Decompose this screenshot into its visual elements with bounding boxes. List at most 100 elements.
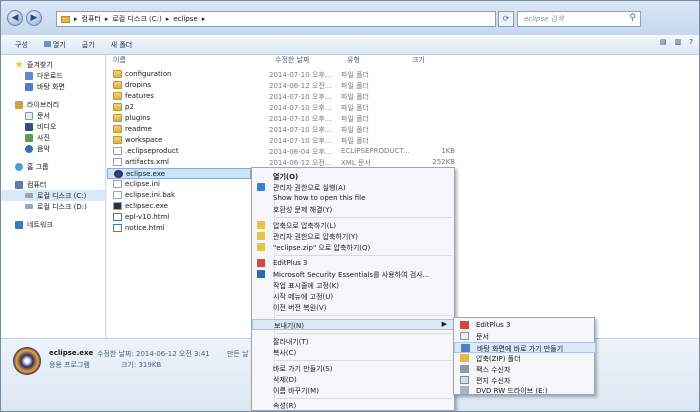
html-file-icon [113,213,122,221]
view-options-icon[interactable]: ▤ [660,38,667,46]
file-row[interactable]: .eclipseproduct 2014-06-04 오후... ECLIPSEPR… [107,146,467,157]
breadcrumb-sep-icon: ▸ [74,15,78,23]
sidebar-item-pictures[interactable]: 사진 [1,132,105,143]
new-folder-button[interactable]: 새 폴더 [111,40,133,50]
open-button[interactable]: 열기 [43,40,66,50]
sidebar-item-homegroup[interactable]: 홈 그룹 [1,161,105,172]
file-row[interactable]: workspace 2014-07-10 오후... 파일 폴더 [107,135,467,146]
sidebar-item-music[interactable]: 음악 [1,143,105,154]
breadcrumb-computer[interactable]: 컴퓨터 [82,14,101,24]
file-row-selected[interactable]: eclipse.exe [107,168,251,179]
menu-item-editplus[interactable]: EditPlus 3 [252,258,456,269]
file-row[interactable]: features 2014-07-10 오후... 파일 폴더 [107,91,467,102]
sidebar-item-drive-d[interactable]: 로컬 디스크 (D:) [1,201,105,212]
file-type: 파일 폴더 [341,82,369,90]
menu-item-rename[interactable]: 이름 바꾸기(M) [252,385,456,396]
menu-item-pin-taskbar[interactable]: 작업 표시줄에 고정(K) [252,280,456,291]
menu-item-restore-versions[interactable]: 이전 버전 복원(V) [252,302,456,313]
menu-item-cut[interactable]: 잘라내기(T) [252,336,456,347]
menu-separator [276,333,452,334]
fax-icon [460,365,469,373]
file-name: dropins [125,81,151,89]
submenu-item-zip[interactable]: 압축(ZIP) 폴더 [454,353,596,364]
file-type: ECLIPSEPRODUCT... [341,147,410,155]
sidebar-label: 음악 [37,144,50,153]
open-label: 열기 [52,40,66,49]
submenu-item-fax[interactable]: 팩스 수신자 [454,364,596,375]
menu-label: 압축으로 압축하기(L) [273,222,337,230]
file-name: eclipse.exe [126,170,166,178]
preview-pane-icon[interactable]: ▥ [675,38,682,46]
sidebar-item-drive-c[interactable]: 로컬 디스크 (C:) [1,190,105,201]
folder-icon [113,136,122,144]
security-essentials-icon [257,270,265,278]
submenu-item-desktop-shortcut[interactable]: 바탕 화면에 바로 가기 만들기 [454,342,596,353]
drive-icon [25,204,33,209]
menu-item-send-to[interactable]: 보내기(N) ▶ [252,319,456,330]
refresh-icon[interactable]: ⟳ [498,11,514,27]
organize-button[interactable]: 구성 [15,40,28,50]
submenu-label: 팩스 수신자 [476,366,511,374]
menu-item-zip-archive[interactable]: "eclipse.zip" 으로 압축하기(Q) [252,242,456,253]
column-header-date[interactable]: 수정한 날짜 [275,55,309,67]
sidebar-item-computer[interactable]: 컴퓨터 [1,179,105,190]
column-header-type[interactable]: 유형 [347,55,360,67]
menu-item-open[interactable]: 열기(O) [252,171,456,182]
menu-item-properties[interactable]: 속성(R) [252,400,456,411]
menu-item-create-shortcut[interactable]: 바로 가기 만들기(S) [252,363,456,374]
forward-button[interactable]: ▶ [26,10,42,26]
music-icon [25,144,33,153]
pictures-icon [25,133,33,142]
file-date: 2014-06-04 오후... [269,148,332,156]
submenu-label: 문서 [476,333,489,341]
submenu-item-dvd[interactable]: DVD RW 드라이브 (E:) [454,385,596,396]
back-button[interactable]: ◀ [7,10,23,26]
menu-item-run-as-admin[interactable]: 관리자 권한으로 실행(A) [252,182,456,193]
sidebar-item-favorites[interactable]: 즐겨찾기 [1,59,105,70]
menu-item-mse-scan[interactable]: Microsoft Security Essentials를 사용하여 검사..… [252,269,456,280]
sidebar-item-network[interactable]: 네트워크 [1,219,105,230]
file-row[interactable]: plugins 2014-07-10 오후... 파일 폴더 [107,113,467,124]
details-filetype: 응용 프로그램 [49,361,90,369]
menu-label: 잘라내기(T) [273,338,309,346]
context-menu: 열기(O) 관리자 권한으로 실행(A) Show how to open th… [251,167,456,411]
file-name: eclipsec.exe [125,202,168,210]
folder-icon [113,103,122,111]
file-name: .eclipseproduct [125,147,179,155]
sidebar-item-desktop[interactable]: 바탕 화면 [1,81,105,92]
address-box[interactable]: ▸ 컴퓨터 ▸ 로컬 디스크 (C:) ▸ eclipse ▸ [56,11,496,27]
menu-item-troubleshoot[interactable]: 호환성 문제 해결(Y) [252,204,456,215]
menu-item-add-archive[interactable]: 압축으로 압축하기(L) [252,220,456,231]
column-header-size[interactable]: 크기 [412,55,425,67]
file-date: 2014-07-10 오후... [269,137,332,145]
libraries-icon [15,100,23,109]
column-header-name[interactable]: 이름 [113,55,126,67]
menu-separator [276,255,452,256]
file-row[interactable]: dropins 2014-06-12 오전... 파일 폴더 [107,80,467,91]
search-input[interactable]: eclipse 검색 ⚲ [517,11,641,27]
menu-separator [276,398,452,399]
menu-label: Microsoft Security Essentials를 사용하여 검사..… [273,271,430,279]
menu-item-show-how[interactable]: Show how to open this file [252,193,456,204]
breadcrumb-drive[interactable]: 로컬 디스크 (C:) [112,14,161,24]
menu-item-admin-archive[interactable]: 관리자 권한으로 압축하기(Y) [252,231,456,242]
breadcrumb-eclipse[interactable]: eclipse [173,15,197,23]
sidebar-item-documents[interactable]: 문서 [1,110,105,121]
sidebar-item-videos[interactable]: 비디오 [1,121,105,132]
burn-button[interactable]: 굽기 [82,40,95,50]
menu-item-delete[interactable]: 삭제(D) [252,374,456,385]
menu-label: 호환성 문제 해결(Y) [273,206,333,214]
sidebar-item-downloads[interactable]: 다운로드 [1,70,105,81]
file-row[interactable]: p2 2014-07-10 오후... 파일 폴더 [107,102,467,113]
submenu-label: DVD RW 드라이브 (E:) [476,387,548,395]
menu-label: 열기(O) [273,173,299,181]
submenu-item-editplus[interactable]: EditPlus 3 [454,320,596,331]
file-icon [113,191,122,199]
file-row[interactable]: configuration 2014-07-10 오후... 파일 폴더 [107,69,467,80]
menu-item-copy[interactable]: 복사(C) [252,347,456,358]
file-row[interactable]: readme 2014-07-10 오후... 파일 폴더 [107,124,467,135]
help-icon[interactable]: ? [689,38,693,46]
menu-item-pin-start[interactable]: 시작 메뉴에 고정(U) [252,291,456,302]
sidebar-item-libraries[interactable]: 라이브러리 [1,99,105,110]
submenu-item-documents[interactable]: 문서 [454,331,596,342]
